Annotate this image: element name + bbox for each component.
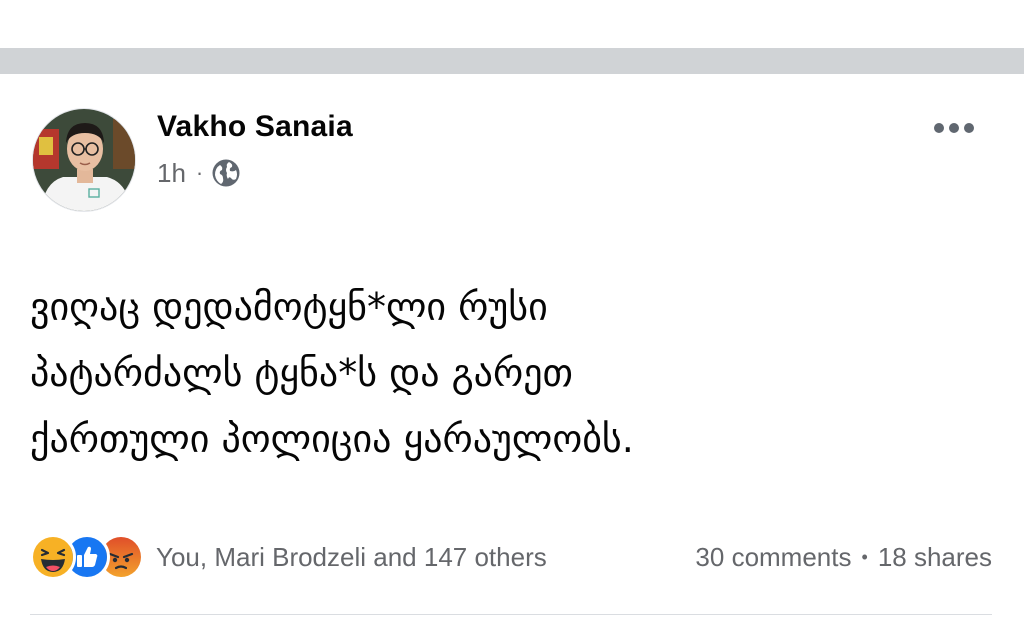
more-dot-icon xyxy=(934,123,944,133)
shares-count[interactable]: 18 shares xyxy=(878,542,992,573)
divider xyxy=(30,614,992,615)
reactions-summary[interactable]: You, Mari Brodzeli and 147 others xyxy=(30,532,547,582)
more-dot-icon xyxy=(949,123,959,133)
avatar[interactable] xyxy=(32,108,136,212)
comments-count[interactable]: 30 comments xyxy=(695,542,851,573)
globe-icon xyxy=(211,158,241,188)
engagement-counts: 30 comments • 18 shares xyxy=(695,532,992,582)
more-options-button[interactable] xyxy=(926,110,982,146)
feed-separator xyxy=(0,48,1024,74)
reaction-names[interactable]: You, Mari Brodzeli and 147 others xyxy=(156,542,547,573)
post-text-content: ვიღაც დედამოტყნ*ლი რუსი პატარძალს ტყნა*ს… xyxy=(30,285,634,461)
counts-separator: • xyxy=(861,546,868,567)
post-meta: 1h · xyxy=(157,156,241,190)
haha-icon xyxy=(30,534,76,580)
post-text: ვიღაც დედამოტყნ*ლი რუსი პატარძალს ტყნა*ს… xyxy=(30,274,990,472)
more-dot-icon xyxy=(964,123,974,133)
post-time[interactable]: 1h xyxy=(157,158,186,189)
author-name[interactable]: Vakho Sanaia xyxy=(157,110,353,144)
status-area xyxy=(0,0,1024,48)
meta-separator: · xyxy=(195,160,204,185)
post-card: Vakho Sanaia 1h · ვიღაც დედამოტყნ*ლი რუს… xyxy=(0,74,1024,633)
